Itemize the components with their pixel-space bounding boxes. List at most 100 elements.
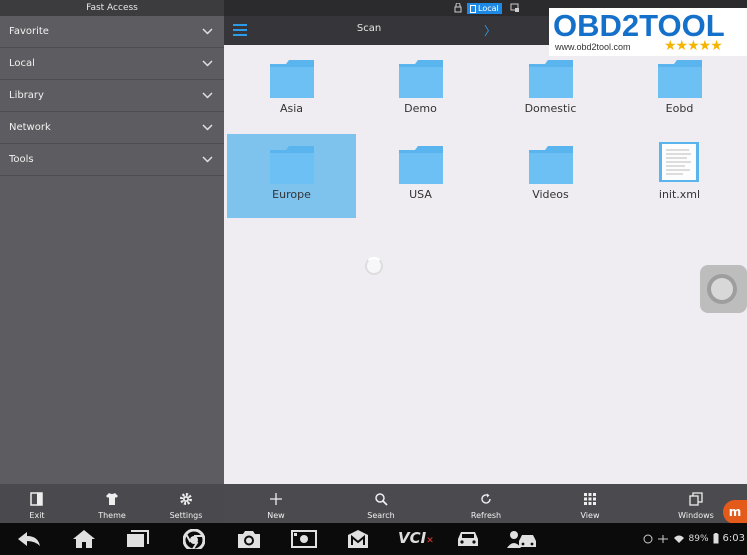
file-item-init-xml[interactable]: init.xml <box>615 134 744 218</box>
file-name: Domestic <box>524 102 577 115</box>
sidebar-item-label: Network <box>9 122 51 133</box>
file-name: Asia <box>279 102 304 115</box>
screen-share-icon <box>510 3 519 12</box>
remote-support-icon[interactable] <box>506 529 538 549</box>
file-item-demo[interactable]: Demo <box>356 48 485 132</box>
file-item-asia[interactable]: Asia <box>227 48 356 132</box>
folder-icon <box>399 146 443 184</box>
battery-percent: 89% <box>688 533 709 544</box>
sidebar-item-library[interactable]: Library <box>0 80 224 112</box>
grid-icon <box>584 493 596 505</box>
refresh-button[interactable]: Refresh <box>464 484 508 523</box>
vpn-icon <box>657 534 668 543</box>
theme-label: Theme <box>98 511 126 520</box>
app-badge-icon[interactable]: m <box>723 500 747 524</box>
chevron-down-icon <box>202 80 214 112</box>
chevron-right-icon[interactable]: 〉 <box>484 22 496 39</box>
sidebar-toolbar: Exit Theme Settings <box>0 484 224 523</box>
file-name: USA <box>409 188 432 201</box>
main-toolbar: New Search Refresh View Windows <box>224 484 747 523</box>
maxisys-icon[interactable] <box>347 529 369 549</box>
app-root: Fast Access Favorite Local Library Netwo… <box>0 0 747 555</box>
error-icon: ✕ <box>426 536 434 546</box>
battery-icon <box>713 533 719 544</box>
file-item-eobd[interactable]: Eobd <box>615 48 744 132</box>
back-icon[interactable] <box>16 529 42 549</box>
file-item-domestic[interactable]: Domestic <box>486 48 615 132</box>
lock-icon <box>454 3 462 13</box>
assistive-touch-button[interactable] <box>700 265 747 313</box>
chevron-down-icon <box>202 144 214 176</box>
sidebar-item-label: Favorite <box>9 26 49 37</box>
view-label: View <box>580 511 600 520</box>
folder-icon <box>399 60 443 98</box>
theme-button[interactable]: Theme <box>91 484 133 523</box>
sidebar-item-tools[interactable]: Tools <box>0 144 224 176</box>
sidebar-item-label: Tools <box>9 154 34 165</box>
folder-icon <box>270 60 314 98</box>
exit-button[interactable]: Exit <box>17 484 57 523</box>
new-label: New <box>267 511 285 520</box>
camera-icon[interactable] <box>237 529 261 549</box>
gear-icon <box>180 493 192 505</box>
menu-icon[interactable] <box>233 24 247 36</box>
file-item-europe[interactable]: Europe <box>227 134 356 218</box>
file-name: Europe <box>272 188 311 201</box>
loading-spinner-icon <box>365 257 383 275</box>
sidebar-item-local[interactable]: Local <box>0 48 224 80</box>
file-item-usa[interactable]: USA <box>356 134 485 218</box>
file-name: Demo <box>404 102 437 115</box>
file-name: Videos <box>532 188 569 201</box>
file-grid: Asia Demo Domestic Eobd Europe USA Video… <box>224 45 747 484</box>
screenshot-icon[interactable] <box>291 529 317 549</box>
file-name: Eobd <box>665 102 694 115</box>
home-icon[interactable] <box>72 529 96 549</box>
refresh-icon <box>481 493 491 504</box>
sidebar: Fast Access Favorite Local Library Netwo… <box>0 0 224 484</box>
wifi-icon <box>673 535 684 543</box>
chevron-down-icon <box>202 16 214 48</box>
sync-icon <box>643 534 653 543</box>
sidebar-item-network[interactable]: Network <box>0 112 224 144</box>
folder-icon <box>658 60 702 98</box>
assistive-core <box>711 278 733 300</box>
exit-icon <box>30 492 43 506</box>
settings-button[interactable]: Settings <box>163 484 209 523</box>
chevron-down-icon <box>202 48 214 80</box>
windows-label: Windows <box>678 511 714 520</box>
file-name: init.xml <box>658 188 701 201</box>
system-nav-bar: VCI✕ 89% 6:03 <box>0 523 747 555</box>
car-icon[interactable] <box>455 529 481 549</box>
search-button[interactable]: Search <box>360 484 402 523</box>
clock: 6:03 <box>722 533 745 544</box>
vci-status-label[interactable]: VCI✕ <box>398 529 434 547</box>
windows-icon <box>689 492 703 506</box>
folder-icon <box>270 146 314 184</box>
view-button[interactable]: View <box>570 484 610 523</box>
refresh-label: Refresh <box>470 511 502 520</box>
sidebar-title: Fast Access <box>0 0 224 16</box>
plus-icon <box>270 493 282 505</box>
file-item-videos[interactable]: Videos <box>486 134 615 218</box>
shirt-icon <box>106 493 118 505</box>
windows-button[interactable]: Windows <box>673 484 719 523</box>
page-title: Scan <box>356 23 382 34</box>
document-icon <box>659 142 699 182</box>
chrome-icon[interactable] <box>183 529 205 549</box>
sidebar-item-label: Library <box>9 90 44 101</box>
chevron-down-icon <box>202 112 214 144</box>
folder-icon <box>529 146 573 184</box>
settings-label: Settings <box>169 511 203 520</box>
new-button[interactable]: New <box>256 484 296 523</box>
sidebar-item-favorite[interactable]: Favorite <box>0 16 224 48</box>
sidebar-item-label: Local <box>9 58 35 69</box>
search-label: Search <box>367 511 395 520</box>
folder-icon <box>529 60 573 98</box>
location-chip-label: Local <box>478 4 499 13</box>
device-icon <box>470 4 476 13</box>
location-chip[interactable]: Local <box>467 3 502 14</box>
search-icon <box>375 493 388 506</box>
exit-label: Exit <box>29 511 45 520</box>
vci-text: VCI <box>398 529 427 547</box>
recent-apps-icon[interactable] <box>126 529 150 549</box>
